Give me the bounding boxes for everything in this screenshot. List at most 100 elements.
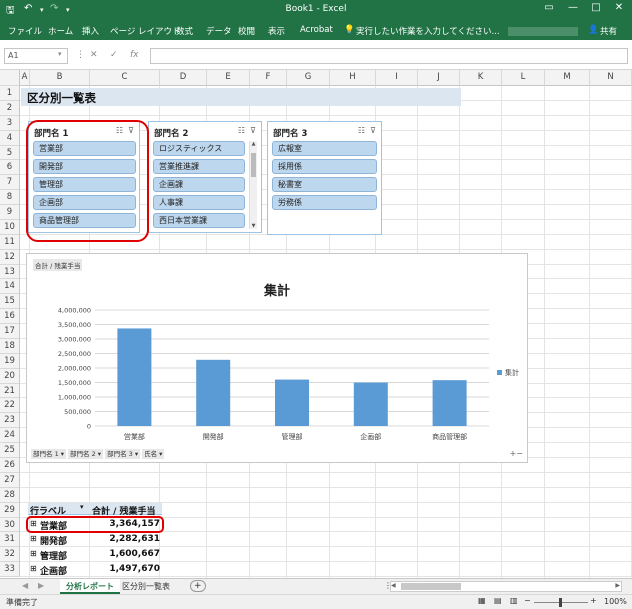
slicer-item[interactable]: 営業推進課: [153, 159, 245, 174]
tab-formulas[interactable]: 数式: [176, 25, 193, 37]
row-header[interactable]: 16: [0, 309, 20, 325]
row-header[interactable]: 29: [0, 502, 20, 518]
sheet-title[interactable]: 区分別一覧表: [21, 88, 461, 106]
column-header[interactable]: M: [545, 70, 590, 86]
normal-view-icon[interactable]: ▦: [478, 596, 486, 605]
close-button[interactable]: ✕: [608, 2, 630, 18]
row-header[interactable]: 33: [0, 562, 20, 578]
zoom-out-icon[interactable]: −: [524, 596, 531, 605]
row-header[interactable]: 32: [0, 547, 20, 563]
share-button[interactable]: 共有: [600, 25, 617, 37]
clear-filter-icon[interactable]: ⊽: [370, 126, 376, 135]
slicer-item[interactable]: 労務係: [272, 195, 377, 210]
slicer-item[interactable]: 秘書室: [272, 177, 377, 192]
zoom-in-icon[interactable]: +: [590, 596, 597, 605]
tab-data[interactable]: データ: [206, 25, 232, 37]
scroll-right-icon[interactable]: ▶: [615, 582, 620, 589]
expand-icon[interactable]: ⊞: [30, 564, 37, 573]
clear-filter-icon[interactable]: ⊽: [250, 126, 256, 135]
slicer-item[interactable]: 広報室: [272, 141, 377, 156]
column-header[interactable]: J: [418, 70, 460, 86]
row-header[interactable]: 15: [0, 294, 20, 310]
tab-view[interactable]: 表示: [268, 25, 285, 37]
row-header[interactable]: 12: [0, 249, 20, 265]
row-header[interactable]: 7: [0, 175, 20, 191]
expand-collapse-buttons[interactable]: +−: [510, 449, 523, 458]
user-account[interactable]: [508, 27, 578, 36]
ribbon-display-icon[interactable]: ▭: [538, 2, 560, 18]
row-header[interactable]: 6: [0, 160, 20, 176]
row-header[interactable]: 9: [0, 205, 20, 220]
row-header[interactable]: 10: [0, 219, 20, 235]
row-header[interactable]: 5: [0, 145, 20, 161]
row-header[interactable]: 2: [0, 100, 20, 116]
row-header[interactable]: 31: [0, 532, 20, 548]
cancel-icon[interactable]: ✕: [90, 50, 98, 60]
zoom-slider-thumb[interactable]: [559, 598, 562, 607]
tell-me-box[interactable]: 実行したい作業を入力してください...: [356, 25, 500, 37]
column-header[interactable]: I: [376, 70, 418, 86]
row-header[interactable]: 27: [0, 472, 20, 488]
scroll-tabs-right-icon[interactable]: ▶: [32, 579, 50, 594]
expand-icon[interactable]: ⊞: [30, 549, 37, 558]
row-header[interactable]: 14: [0, 279, 20, 295]
slicer-item[interactable]: 採用係: [272, 159, 377, 174]
row-header[interactable]: 26: [0, 458, 20, 473]
page-layout-view-icon[interactable]: ▤: [494, 596, 502, 605]
scroll-thumb[interactable]: [401, 583, 461, 590]
zoom-level[interactable]: 100%: [604, 597, 627, 606]
row-header[interactable]: 28: [0, 487, 20, 503]
pivot-row-label[interactable]: 開発部: [40, 534, 67, 547]
minimize-button[interactable]: —: [562, 2, 584, 18]
pivot-row-value[interactable]: 2,282,631: [96, 534, 160, 544]
field-button-name[interactable]: 氏名 ▾: [142, 449, 165, 459]
row-header[interactable]: 11: [0, 234, 20, 250]
row-header[interactable]: 1: [0, 86, 20, 101]
row-header[interactable]: 4: [0, 130, 20, 146]
maximize-button[interactable]: □: [585, 2, 607, 18]
sheet-tab-active[interactable]: 分析レポート: [60, 579, 120, 594]
sheet-tab[interactable]: 区分別一覧表: [116, 579, 176, 594]
row-header[interactable]: 25: [0, 443, 20, 458]
scroll-thumb[interactable]: [251, 153, 256, 177]
slicer-item[interactable]: ロジスティックス: [153, 141, 245, 156]
row-header[interactable]: 30: [0, 517, 20, 533]
tab-home[interactable]: ホーム: [48, 25, 73, 37]
tab-insert[interactable]: 挿入: [82, 25, 99, 37]
column-header[interactable]: C: [90, 70, 160, 86]
scroll-down-icon[interactable]: ▼: [250, 223, 257, 229]
pivot-chart[interactable]: 合計 / 残業手当 集計 0 500,000 1,000,000 1,500,000 2…: [26, 253, 528, 463]
horizontal-scrollbar[interactable]: ◀ ▶: [390, 581, 622, 592]
field-button-dept1[interactable]: 部門名 1 ▾: [31, 449, 67, 459]
formula-input[interactable]: [150, 48, 628, 64]
slicer-item[interactable]: 西日本営業課: [153, 213, 245, 228]
column-header[interactable]: N: [590, 70, 632, 86]
tab-review[interactable]: 校閲: [238, 25, 255, 37]
pivot-row-label[interactable]: 企画部: [40, 564, 67, 577]
pivot-row-value[interactable]: 1,600,667: [96, 549, 160, 559]
row-header[interactable]: 8: [0, 190, 20, 206]
scroll-left-icon[interactable]: ◀: [391, 582, 396, 589]
expand-icon[interactable]: ⊞: [30, 534, 37, 543]
page-break-view-icon[interactable]: ▥: [510, 596, 518, 605]
row-header[interactable]: 21: [0, 383, 20, 399]
row-header[interactable]: 20: [0, 368, 20, 384]
row-header[interactable]: 3: [0, 115, 20, 131]
row-header[interactable]: 18: [0, 338, 20, 354]
select-all-corner[interactable]: [0, 70, 20, 86]
slicer-scrollbar[interactable]: ▲ ▼: [249, 141, 257, 229]
column-header[interactable]: F: [250, 70, 287, 86]
row-header[interactable]: 22: [0, 398, 20, 414]
row-header[interactable]: 24: [0, 428, 20, 444]
field-button-dept3[interactable]: 部門名 3 ▾: [105, 449, 141, 459]
row-header[interactable]: 17: [0, 324, 20, 339]
column-header[interactable]: D: [160, 70, 207, 86]
slicer-item[interactable]: 人事課: [153, 195, 245, 210]
filter-dropdown-icon[interactable]: ▾: [80, 503, 84, 511]
multi-select-icon[interactable]: ☷: [358, 126, 365, 135]
column-header[interactable]: A: [20, 70, 30, 86]
column-header[interactable]: K: [460, 70, 502, 86]
column-header[interactable]: L: [502, 70, 545, 86]
row-header[interactable]: 19: [0, 353, 20, 369]
slicer-2[interactable]: 部門名 2 ☷ ⊽ ロジスティックス 営業推進課 企画課 人事課 西日本営業課 …: [148, 121, 262, 233]
